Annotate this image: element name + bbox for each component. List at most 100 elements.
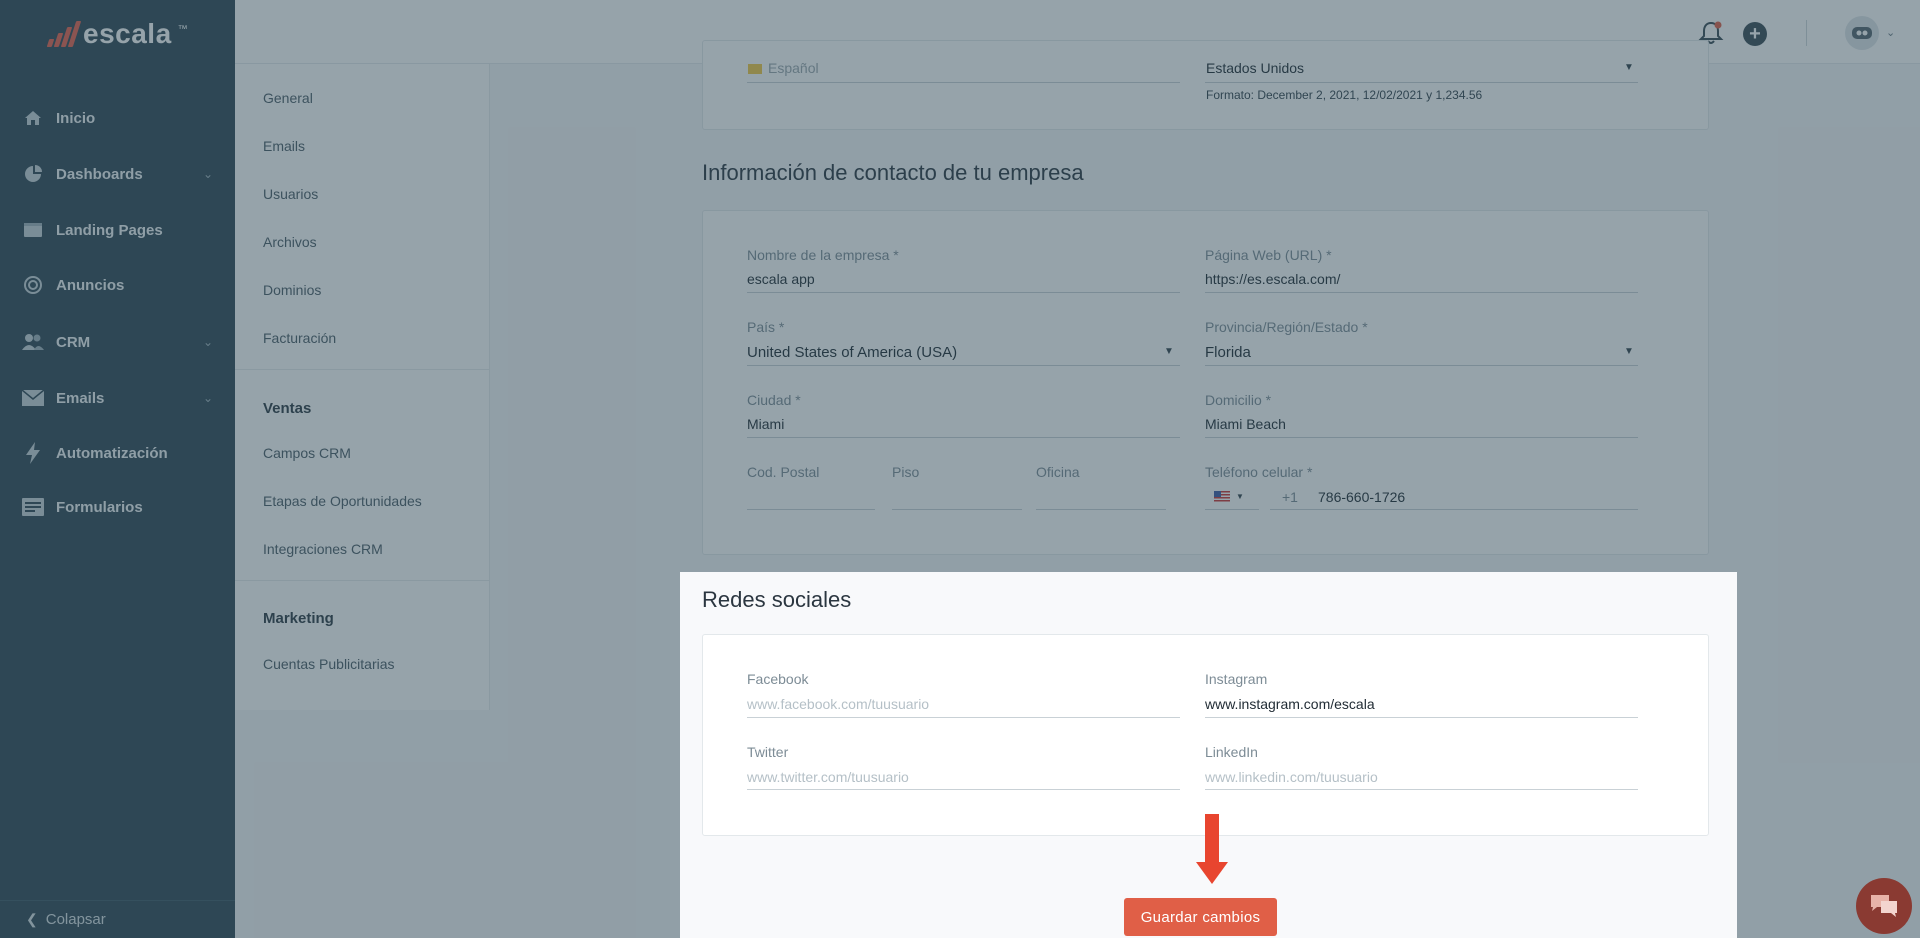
linkedin-field[interactable]: www.linkedin.com/tuusuario — [1205, 769, 1378, 785]
city-label: Ciudad * — [747, 392, 801, 408]
website-label: Página Web (URL) * — [1205, 247, 1332, 263]
facebook-field[interactable]: www.facebook.com/tuusuario — [747, 696, 929, 712]
language-underline — [747, 82, 1180, 83]
regional-settings-card — [702, 40, 1709, 130]
company-name-underline — [747, 292, 1180, 293]
city-field[interactable]: Miami — [747, 416, 784, 432]
office-field[interactable] — [1036, 509, 1166, 510]
user-avatar[interactable] — [1845, 16, 1879, 50]
subnav-item-facturacion[interactable]: Facturación — [263, 330, 336, 346]
save-changes-button[interactable]: Guardar cambios — [1124, 898, 1277, 936]
chevron-left-icon: ❮ — [26, 911, 38, 927]
language-value: Español — [768, 60, 819, 76]
browser-window-icon — [22, 219, 44, 241]
sidebar: escala ™ Inicio Dashboards ⌄ Landing Pag… — [0, 0, 235, 938]
office-label: Oficina — [1036, 464, 1080, 480]
state-select[interactable]: Florida — [1205, 344, 1251, 361]
format-note: Formato: December 2, 2021, 12/02/2021 y … — [1206, 88, 1483, 102]
sidebar-item-automatizacion[interactable]: Automatización — [0, 433, 235, 473]
subnav-item-campos-crm[interactable]: Campos CRM — [263, 445, 351, 461]
company-name-field[interactable]: escala app — [747, 271, 815, 287]
address-label: Domicilio * — [1205, 392, 1272, 408]
postal-code-field[interactable] — [747, 509, 875, 510]
country-select[interactable]: United States of America (USA) — [747, 344, 957, 361]
contact-section-title: Información de contacto de tu empresa — [702, 160, 1084, 185]
subnav-item-etapas[interactable]: Etapas de Oportunidades — [263, 493, 422, 509]
caret-down-icon: ▼ — [1624, 62, 1634, 73]
sidebar-item-anuncios[interactable]: Anuncios — [0, 265, 235, 305]
website-underline — [1205, 292, 1638, 293]
linkedin-label: LinkedIn — [1205, 744, 1258, 760]
language-select[interactable]: Español — [748, 60, 819, 76]
logo-bars-icon — [46, 21, 82, 47]
city-underline — [747, 437, 1180, 438]
subnav-heading-ventas: Ventas — [263, 400, 312, 417]
sidebar-item-label: Dashboards — [56, 165, 143, 183]
flag-us-icon — [1214, 490, 1230, 502]
twitter-label: Twitter — [747, 744, 789, 760]
collapse-label: Colapsar — [45, 911, 106, 928]
sidebar-item-emails[interactable]: Emails ⌄ — [0, 378, 235, 418]
sidebar-item-inicio[interactable]: Inicio — [0, 98, 235, 138]
subnav-item-usuarios[interactable]: Usuarios — [263, 186, 318, 202]
phone-prefix: +1 — [1282, 489, 1298, 505]
target-icon — [22, 274, 44, 296]
sidebar-item-landing-pages[interactable]: Landing Pages — [0, 210, 235, 250]
subnav-item-cuentas-publicitarias[interactable]: Cuentas Publicitarias — [263, 656, 395, 672]
chevron-down-icon: ⌄ — [202, 167, 213, 181]
form-icon — [22, 496, 44, 518]
instagram-label: Instagram — [1205, 671, 1268, 687]
phone-country-underline — [1205, 509, 1259, 510]
subnav-item-archivos[interactable]: Archivos — [263, 234, 317, 250]
chevron-down-icon: ⌄ — [202, 391, 213, 405]
add-new-icon[interactable]: + — [1743, 22, 1767, 46]
collapse-sidebar-button[interactable]: ❮ Colapsar — [0, 900, 235, 938]
flag-es-icon — [748, 64, 762, 75]
pie-chart-icon — [22, 163, 44, 185]
facebook-label: Facebook — [747, 671, 809, 687]
address-field[interactable]: Miami Beach — [1205, 416, 1286, 432]
subnav-item-general[interactable]: General — [263, 90, 313, 106]
country-format-select[interactable]: Estados Unidos — [1206, 60, 1304, 76]
sidebar-item-label: Automatización — [56, 444, 168, 462]
caret-down-icon: ▼ — [1624, 346, 1634, 357]
social-card — [702, 634, 1709, 836]
subnav-item-integraciones[interactable]: Integraciones CRM — [263, 541, 383, 557]
sidebar-item-label: Anuncios — [56, 276, 125, 294]
phone-country-selector[interactable]: ▼ — [1214, 488, 1250, 504]
floor-label: Piso — [892, 464, 920, 480]
website-field[interactable]: https://es.escala.com/ — [1205, 271, 1340, 287]
phone-number-field[interactable]: 786-660-1726 — [1318, 489, 1405, 505]
sidebar-item-label: Formularios — [56, 498, 143, 516]
country-format-underline — [1205, 82, 1638, 83]
social-section-title: Redes sociales — [702, 587, 852, 612]
subnav-heading-marketing: Marketing — [263, 610, 334, 627]
twitter-underline — [747, 789, 1180, 790]
chat-support-button[interactable] — [1856, 878, 1912, 934]
chevron-down-icon[interactable]: ⌄ — [1886, 26, 1895, 39]
settings-subnav: General Emails Usuarios Archivos Dominio… — [235, 64, 490, 710]
sidebar-item-crm[interactable]: CRM ⌄ — [0, 322, 235, 362]
home-icon — [22, 107, 44, 129]
country-underline — [747, 365, 1180, 366]
sidebar-item-formularios[interactable]: Formularios — [0, 487, 235, 527]
state-underline — [1205, 365, 1638, 366]
instagram-field[interactable]: www.instagram.com/escala — [1205, 696, 1375, 712]
floor-field[interactable] — [892, 509, 1022, 510]
sidebar-item-dashboards[interactable]: Dashboards ⌄ — [0, 154, 235, 194]
sidebar-item-label: Emails — [56, 389, 105, 407]
sidebar-item-label: CRM — [56, 333, 91, 351]
brand-name: escala — [83, 18, 172, 49]
users-icon — [22, 331, 44, 353]
subnav-item-dominios[interactable]: Dominios — [263, 282, 321, 298]
brand-logo[interactable]: escala ™ — [46, 18, 188, 50]
subnav-item-emails[interactable]: Emails — [263, 138, 305, 154]
address-underline — [1205, 437, 1638, 438]
twitter-field[interactable]: www.twitter.com/tuusuario — [747, 769, 909, 785]
facebook-underline — [747, 717, 1180, 718]
phone-label: Teléfono celular * — [1205, 464, 1313, 480]
linkedin-underline — [1205, 789, 1638, 790]
brand-trademark: ™ — [177, 24, 188, 35]
lightning-icon — [22, 442, 44, 464]
caret-down-icon: ▼ — [1236, 491, 1244, 501]
